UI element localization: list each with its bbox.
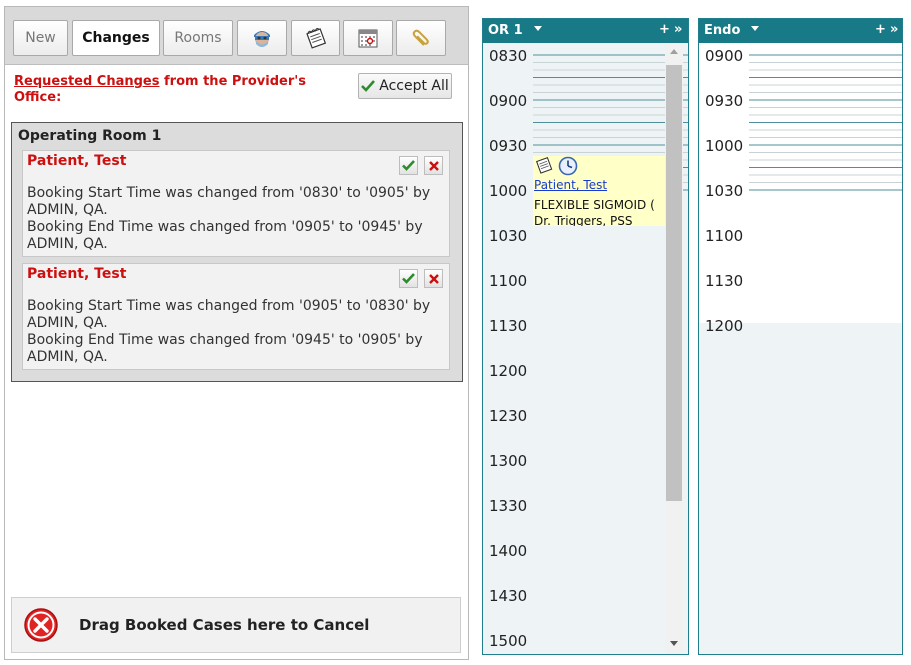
surgeon-icon <box>254 31 270 47</box>
more-columns-button[interactable]: » <box>674 22 682 37</box>
room-title: Operating Room 1 <box>18 128 162 144</box>
calendar-button[interactable] <box>343 20 393 56</box>
requested-changes-header: Requested Changes from the Provider's Of… <box>14 74 344 106</box>
toolbar: New Changes Rooms <box>5 7 468 65</box>
case-procedure: FLEXIBLE SIGMOID ( <box>534 198 655 212</box>
change-description: Booking Start Time was changed from '083… <box>27 185 437 253</box>
time-label: 0830 <box>489 47 528 65</box>
time-label: 1330 <box>489 497 528 515</box>
time-label: 1400 <box>489 542 528 560</box>
surgeon-button[interactable] <box>237 20 287 56</box>
change-description: Booking Start Time was changed from '090… <box>27 298 437 366</box>
rooms-tab-button[interactable]: Rooms <box>163 20 233 56</box>
calendar-icon <box>358 29 378 48</box>
case-patient-link[interactable]: Patient, Test <box>534 178 607 192</box>
cancel-drop-label: Drag Booked Cases here to Cancel <box>79 616 370 634</box>
add-case-button[interactable]: + <box>659 22 670 37</box>
clock-icon <box>558 156 578 176</box>
case-doctor: Dr. Triggers, PSS <box>534 214 633 226</box>
time-label: 1500 <box>489 632 528 650</box>
chevron-down-icon[interactable] <box>534 26 542 31</box>
change-card: Patient, Test Booking Start Time was cha… <box>22 150 450 257</box>
time-label: 1000 <box>705 137 744 155</box>
change-card: Patient, Test Booking Start Time was cha… <box>22 263 450 370</box>
requested-changes-link[interactable]: Requested Changes <box>14 74 160 89</box>
calendar-column-or1: OR 1 + » 0830 0900 0930 1000 1030 1100 1130 120… <box>482 18 689 655</box>
time-label: 1000 <box>489 182 528 200</box>
time-label: 1130 <box>705 272 744 290</box>
time-label: 1300 <box>489 452 528 470</box>
accept-change-button[interactable] <box>399 156 418 175</box>
scroll-up-arrow-icon[interactable] <box>670 49 678 54</box>
chevron-down-icon[interactable] <box>751 26 759 31</box>
accept-all-button[interactable]: Accept All <box>358 73 452 99</box>
change-line: Booking Start Time was changed from '090… <box>27 298 431 331</box>
change-line: Booking End Time was changed from '0905'… <box>27 219 423 252</box>
time-grid[interactable]: 0830 0900 0930 1000 1030 1100 1130 1200 1230 1300… <box>483 43 688 654</box>
time-label: 1230 <box>489 407 528 425</box>
more-columns-button[interactable]: » <box>890 22 898 37</box>
time-label: 1130 <box>489 317 528 335</box>
attachment-button[interactable] <box>396 20 446 56</box>
room-title[interactable]: Endo <box>704 23 740 38</box>
notes-button[interactable] <box>291 20 340 56</box>
notepad-icon <box>305 28 326 49</box>
accept-change-button[interactable] <box>399 269 418 288</box>
time-label: 0900 <box>705 47 744 65</box>
time-label: 1100 <box>705 227 744 245</box>
checkmark-icon <box>402 273 415 284</box>
operating-room-group: Operating Room 1 Patient, Test Booking S… <box>11 122 463 382</box>
reject-change-button[interactable] <box>424 269 443 288</box>
scrollbar-thumb[interactable] <box>666 65 682 501</box>
change-line: Booking Start Time was changed from '083… <box>27 185 431 218</box>
calendar-header: OR 1 + » <box>483 19 688 43</box>
time-label: 1200 <box>489 362 528 380</box>
time-grid[interactable]: 0900 0930 1000 1030 1100 1130 1200 <box>699 43 902 335</box>
red-x-icon <box>428 273 439 284</box>
time-label: 1100 <box>489 272 528 290</box>
slot-lines <box>749 54 902 191</box>
calendar-header: Endo + » <box>699 19 902 43</box>
reject-change-button[interactable] <box>424 156 443 175</box>
time-label: 1200 <box>705 317 744 335</box>
changes-tab-button[interactable]: Changes <box>72 20 160 56</box>
changes-panel: New Changes Rooms Requested Changes from… <box>4 6 469 660</box>
add-case-button[interactable]: + <box>875 22 886 37</box>
time-label: 0930 <box>705 92 744 110</box>
time-label: 1030 <box>705 182 744 200</box>
scroll-down-arrow-icon[interactable] <box>670 641 678 646</box>
vertical-scrollbar[interactable] <box>665 43 683 654</box>
checkmark-icon <box>402 160 415 171</box>
new-tab-button[interactable]: New <box>13 20 68 56</box>
patient-name[interactable]: Patient, Test <box>27 153 126 169</box>
room-title[interactable]: OR 1 <box>488 23 523 38</box>
cancel-circle-icon <box>24 608 58 642</box>
notepad-icon <box>535 156 553 174</box>
time-label: 0900 <box>489 92 528 110</box>
time-label: 0930 <box>489 137 528 155</box>
change-line: Booking End Time was changed from '0945'… <box>27 332 423 365</box>
paperclip-icon <box>412 29 429 46</box>
time-label: 1030 <box>489 227 528 245</box>
accept-all-label: Accept All <box>379 78 449 94</box>
time-label: 1430 <box>489 587 528 605</box>
cancel-drop-zone[interactable]: Drag Booked Cases here to Cancel <box>11 597 461 653</box>
red-x-icon <box>428 160 439 171</box>
checkmark-icon <box>361 80 376 92</box>
booked-case[interactable]: Patient, Test FLEXIBLE SIGMOID ( Dr. Tri… <box>533 156 666 226</box>
calendar-column-endo: Endo + » 0900 0930 1000 1030 1100 1130 1200 <box>698 18 903 655</box>
patient-name[interactable]: Patient, Test <box>27 266 126 282</box>
